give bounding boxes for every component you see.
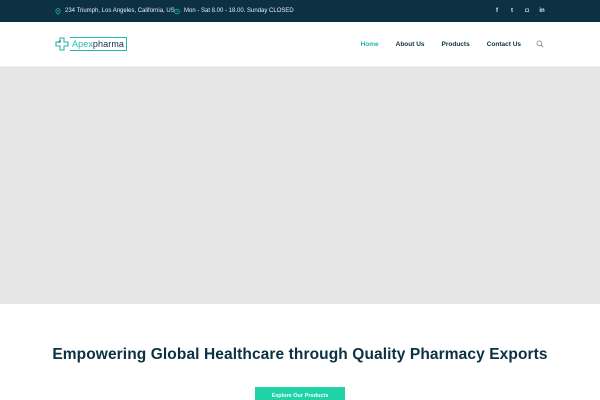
main-nav: Home About Us Products Contact Us: [361, 22, 521, 67]
search-icon[interactable]: [536, 40, 544, 48]
instagram-icon[interactable]: ◘: [524, 8, 530, 14]
top-bar: 234 Triumph, Los Angeles, California, US…: [0, 0, 600, 22]
logo-text-pharma: pharma: [92, 39, 125, 49]
site-logo[interactable]: Apex pharma: [55, 36, 128, 52]
nav-item-contact-us[interactable]: Contact Us: [487, 41, 521, 48]
linkedin-icon[interactable]: in: [539, 8, 545, 14]
nav-item-about-us[interactable]: About Us: [396, 41, 425, 48]
hero-image-placeholder: [0, 67, 600, 304]
logo-wordmark: Apex pharma: [70, 37, 128, 51]
address-text: 234 Triumph, Los Angeles, California, US: [65, 8, 175, 14]
clock-icon: [174, 8, 180, 14]
hours-text: Mon - Sat 8.00 - 18.00. Sunday CLOSED: [184, 8, 294, 14]
nav-item-products[interactable]: Products: [442, 41, 470, 48]
cross-logo-icon: [55, 37, 69, 51]
facebook-icon[interactable]: f: [494, 8, 500, 14]
social-links: f t ◘ in: [494, 0, 545, 22]
explore-products-button[interactable]: Explore Our Products: [255, 387, 345, 400]
twitter-icon[interactable]: t: [509, 8, 515, 14]
address-info: 234 Triumph, Los Angeles, California, US: [55, 0, 175, 22]
hero-headline: Empowering Global Healthcare through Qua…: [52, 346, 548, 363]
site-header: Apex pharma Home About Us Products Contac…: [0, 22, 600, 67]
nav-item-home[interactable]: Home: [361, 41, 379, 48]
hours-info: Mon - Sat 8.00 - 18.00. Sunday CLOSED: [174, 0, 294, 22]
map-pin-icon: [55, 7, 61, 15]
logo-text-apex: Apex: [72, 39, 93, 49]
